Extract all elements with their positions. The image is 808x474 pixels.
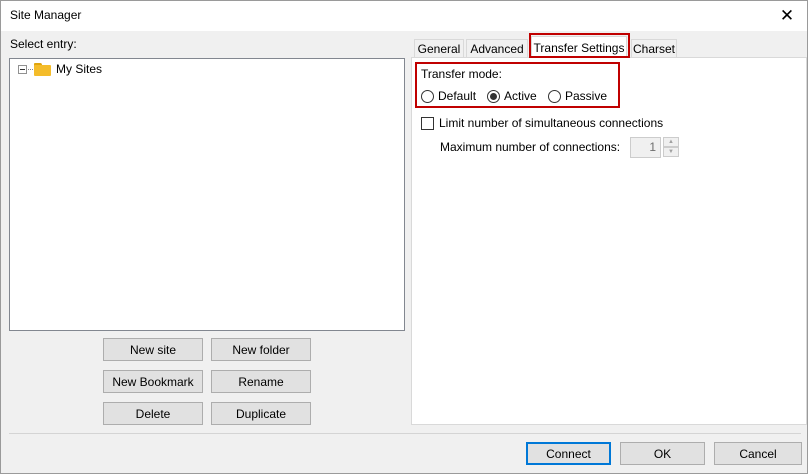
transfer-mode-label: Transfer mode: (421, 67, 502, 81)
connect-button[interactable]: Connect (526, 442, 611, 465)
tab-charset[interactable]: Charset (631, 39, 677, 57)
tree-connector (28, 68, 33, 70)
radio-passive[interactable]: Passive (548, 89, 607, 103)
tree-item-label: My Sites (56, 62, 103, 76)
close-icon[interactable]: ✕ (767, 1, 807, 31)
tab-advanced[interactable]: Advanced (466, 39, 528, 57)
new-folder-button[interactable]: New folder (211, 338, 311, 361)
radio-active-label: Active (504, 89, 537, 103)
max-connections-label: Maximum number of connections: (440, 140, 621, 154)
title-bar[interactable]: Site Manager ✕ (1, 1, 807, 31)
radio-circle[interactable] (548, 89, 561, 103)
ok-button[interactable]: OK (620, 442, 705, 465)
delete-button[interactable]: Delete (103, 402, 203, 425)
tree-item-my-sites[interactable]: My Sites (18, 62, 102, 76)
radio-default[interactable]: Default (421, 89, 476, 103)
cancel-button[interactable]: Cancel (714, 442, 802, 465)
duplicate-button[interactable]: Duplicate (211, 402, 311, 425)
max-connections-spinner[interactable]: ▲ ▼ (663, 137, 679, 158)
limit-connections-label: Limit number of simultaneous connections (439, 116, 664, 130)
spin-down-icon[interactable]: ▼ (663, 147, 679, 157)
footer-separator (9, 433, 801, 434)
spin-up-icon[interactable]: ▲ (663, 137, 679, 147)
window-title: Site Manager (10, 8, 82, 22)
radio-circle-selected[interactable] (487, 89, 500, 103)
tab-panel (411, 57, 807, 425)
radio-passive-label: Passive (565, 89, 608, 103)
new-site-button[interactable]: New site (103, 338, 203, 361)
folder-icon (34, 62, 51, 76)
site-manager-window: Site Manager ✕ Select entry: My Sites Ne… (0, 0, 808, 474)
checkbox-box[interactable] (421, 116, 434, 130)
select-entry-label: Select entry: (10, 37, 77, 51)
rename-button[interactable]: Rename (211, 370, 311, 393)
collapse-icon[interactable] (18, 64, 27, 74)
radio-circle[interactable] (421, 89, 434, 103)
new-bookmark-button[interactable]: New Bookmark (103, 370, 203, 393)
radio-active[interactable]: Active (487, 89, 537, 103)
limit-connections-checkbox[interactable]: Limit number of simultaneous connections (421, 116, 663, 130)
max-connections-input[interactable]: 1 (630, 137, 661, 158)
site-tree[interactable]: My Sites (9, 58, 405, 331)
radio-default-label: Default (438, 89, 477, 103)
tab-transfer-settings[interactable]: Transfer Settings (531, 36, 627, 58)
tab-general[interactable]: General (414, 39, 464, 57)
